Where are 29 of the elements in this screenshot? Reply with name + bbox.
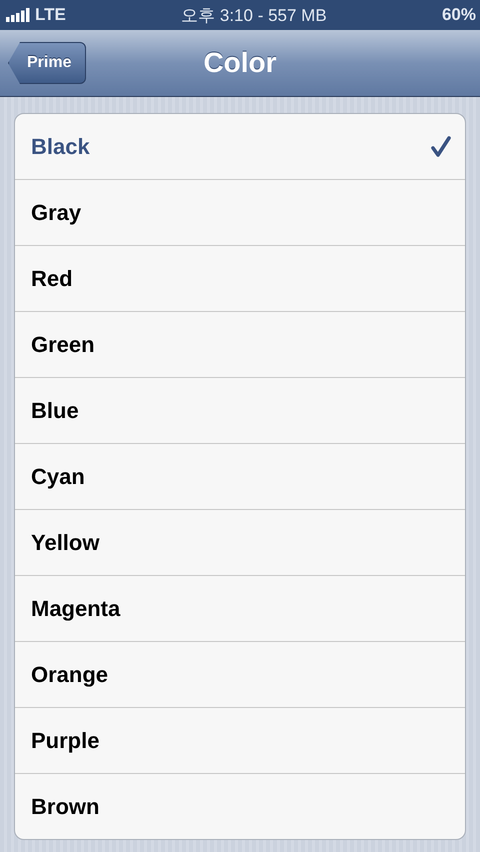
option-row[interactable]: Orange <box>15 641 465 707</box>
option-row[interactable]: Black <box>15 114 465 179</box>
option-row[interactable]: Magenta <box>15 575 465 641</box>
battery-percent: 60% <box>442 5 476 25</box>
option-row[interactable]: Red <box>15 245 465 311</box>
option-label: Yellow <box>31 530 100 556</box>
signal-icon <box>6 8 30 22</box>
option-label: Orange <box>31 662 108 688</box>
option-label: Purple <box>31 728 100 754</box>
option-label: Brown <box>31 794 100 820</box>
status-time: 오후 3:10 - 557 MB <box>181 4 327 26</box>
nav-title: Color <box>203 47 277 79</box>
option-row[interactable]: Green <box>15 311 465 377</box>
option-row[interactable]: Blue <box>15 377 465 443</box>
carrier-label: LTE <box>35 5 66 25</box>
option-label: Green <box>31 332 95 358</box>
option-row[interactable]: Cyan <box>15 443 465 509</box>
option-row[interactable]: Brown <box>15 773 465 839</box>
option-label: Magenta <box>31 596 120 622</box>
option-label: Black <box>31 134 90 160</box>
option-row[interactable]: Gray <box>15 179 465 245</box>
option-label: Gray <box>31 200 82 226</box>
option-row[interactable]: Purple <box>15 707 465 773</box>
checkmark-icon <box>431 136 451 158</box>
back-button[interactable]: Prime <box>8 42 86 84</box>
option-label: Red <box>31 266 73 292</box>
option-row[interactable]: Yellow <box>15 509 465 575</box>
option-label: Blue <box>31 398 79 424</box>
option-label: Cyan <box>31 464 85 490</box>
